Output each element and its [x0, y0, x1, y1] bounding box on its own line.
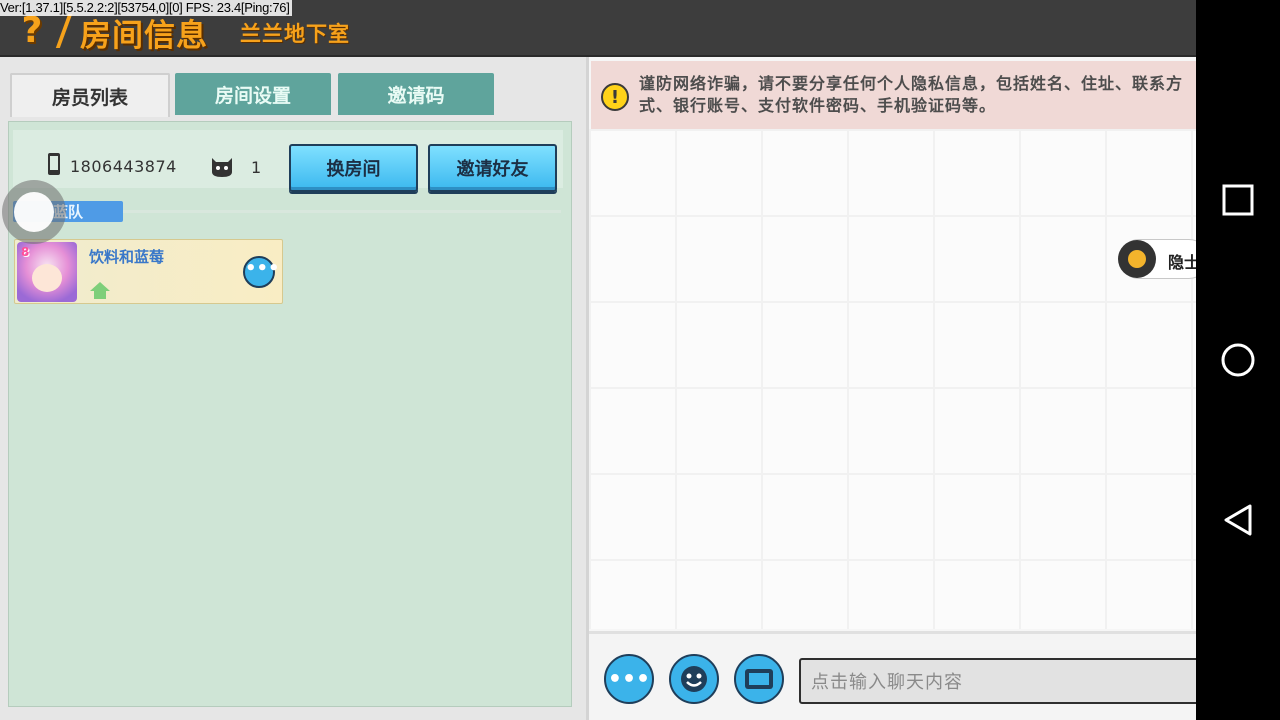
square-recents-icon[interactable]	[1218, 180, 1258, 220]
bot-icon	[212, 158, 232, 177]
chat-area: ! 谨防网络诈骗，请不要分享任何个人隐私信息，包括姓名、住址、联系方式、银行账号…	[589, 57, 1209, 720]
key-icon	[1118, 240, 1156, 278]
room-info-row: 1806443874 1 换房间 邀请好友	[13, 130, 563, 192]
tab-member-list[interactable]: 房员列表	[10, 73, 170, 117]
room-members-area: 房员列表 房间设置 邀请码 1806443874 1 换房间 邀请好友 蓝队 8	[0, 57, 586, 720]
warning-icon: !	[601, 83, 629, 111]
avatar-badge: 8	[21, 245, 30, 259]
member-name: 饮料和蓝莓	[89, 248, 165, 266]
member-count: 1	[251, 158, 262, 177]
member-list-panel: 1806443874 1 换房间 邀请好友 蓝队 8 饮料和蓝莓 •••	[8, 121, 572, 707]
debug-overlay: Ver:[1.37.1][5.5.2.2:2][53754,0][0] FPS:…	[0, 0, 292, 16]
page-title: 房间信息	[80, 18, 208, 54]
member-card[interactable]: 8 饮料和蓝莓 •••	[14, 239, 283, 304]
touch-indicator	[2, 180, 66, 244]
circle-home-icon[interactable]	[1218, 340, 1258, 380]
keyboard-button[interactable]	[734, 654, 784, 704]
phone-icon	[48, 153, 60, 175]
emoji-button[interactable]	[669, 654, 719, 704]
triangle-back-icon[interactable]	[1218, 500, 1258, 540]
notice-text: 谨防网络诈骗，请不要分享任何个人隐私信息，包括姓名、住址、联系方式、银行账号、支…	[639, 74, 1184, 115]
keyboard-icon	[745, 669, 773, 689]
avatar[interactable]: 8	[17, 242, 77, 302]
tab-invite-code[interactable]: 邀请码	[338, 73, 494, 115]
more-options-button[interactable]: •••	[604, 654, 654, 704]
title-divider	[55, 14, 73, 48]
chat-input-bar: ••• 点击输入聊天内容	[589, 631, 1199, 720]
change-room-button[interactable]: 换房间	[289, 144, 418, 192]
room-name: 兰兰地下室	[240, 22, 350, 46]
invite-friend-button[interactable]: 邀请好友	[428, 144, 557, 192]
room-id: 1806443874	[70, 157, 177, 176]
fraud-notice: ! 谨防网络诈骗，请不要分享任何个人隐私信息，包括姓名、住址、联系方式、银行账号…	[591, 61, 1196, 129]
home-icon	[90, 282, 110, 299]
chat-messages[interactable]	[589, 129, 1196, 629]
team-divider	[123, 210, 561, 213]
tab-room-settings[interactable]: 房间设置	[175, 73, 331, 115]
avatar-face	[32, 264, 62, 292]
android-nav-bar	[1196, 0, 1280, 720]
member-more-button[interactable]: •••	[243, 256, 280, 288]
emoji-icon	[681, 666, 707, 692]
chat-input[interactable]: 点击输入聊天内容	[799, 658, 1199, 704]
